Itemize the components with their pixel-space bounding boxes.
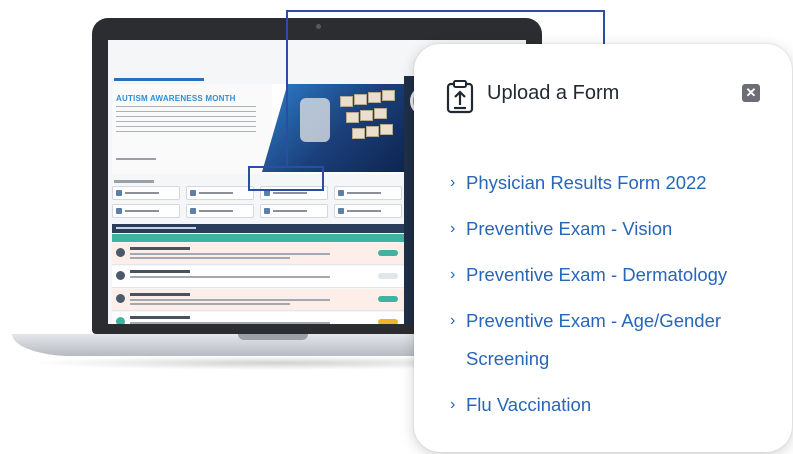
chevron-right-icon: › (450, 174, 456, 191)
clipboard-upload-icon (446, 80, 474, 114)
form-link-vision[interactable]: › Preventive Exam - Vision (450, 210, 780, 248)
form-link-physician-results[interactable]: › Physician Results Form 2022 (450, 164, 780, 202)
form-link-label: Preventive Exam - Dermatology (466, 264, 728, 285)
chevron-right-icon: › (450, 396, 456, 413)
upload-form-card: Upload a Form ✕ › Physician Results Form… (414, 44, 792, 452)
form-link-flu-vaccination[interactable]: › Flu Vaccination (450, 386, 780, 424)
form-link-dermatology[interactable]: › Preventive Exam - Dermatology (450, 256, 780, 294)
form-link-label: Physician Results Form 2022 (466, 172, 707, 193)
close-icon[interactable]: ✕ (742, 84, 760, 102)
form-link-label: Flu Vaccination (466, 394, 592, 415)
chevron-right-icon: › (450, 266, 456, 283)
form-link-label: Preventive Exam - Age/Gender Screening (466, 310, 722, 369)
card-title: Upload a Form (487, 82, 620, 104)
form-link-age-gender-screening[interactable]: › Preventive Exam - Age/Gender Screening (450, 302, 780, 378)
form-list: › Physician Results Form 2022 › Preventi… (450, 164, 780, 424)
chevron-right-icon: › (450, 312, 456, 329)
form-link-label: Preventive Exam - Vision (466, 218, 673, 239)
chevron-right-icon: › (450, 220, 456, 237)
